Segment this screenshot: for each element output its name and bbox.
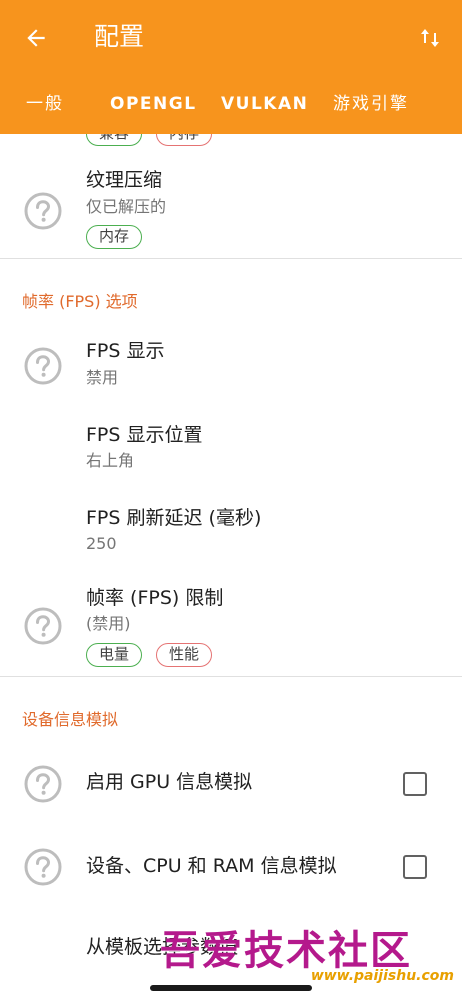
tag-performance: 性能 [156,643,213,667]
gesture-nav-handle[interactable] [150,985,312,991]
divider [0,676,462,677]
setting-value: 禁用 [86,368,119,387]
tab-game-engine[interactable]: 游戏引擎 [333,92,409,116]
section-header-fps: 帧率 (FPS) 选项 [22,292,138,311]
help-circle-icon[interactable] [24,192,62,230]
setting-title: 设备、CPU 和 RAM 信息模拟 [86,855,337,877]
setting-value: 250 [86,534,117,553]
help-circle-icon[interactable] [24,607,62,645]
sort-arrows-icon [421,29,439,47]
setting-title: 帧率 (FPS) 限制 [86,587,224,609]
setting-value: 仅已解压的 [86,197,167,216]
tab-vulkan[interactable]: VULKAN [221,92,308,116]
tab-general[interactable]: 一般 [26,92,64,116]
device-spoof-checkbox[interactable] [403,855,427,879]
tag-battery: 电量 [86,643,143,667]
divider [0,258,462,259]
page-title: 配置 [94,22,145,51]
setting-value: 右上角 [86,451,135,470]
watermark-url: www.paijishu.com [310,968,454,984]
tag-memory: 内存 [156,134,213,146]
section-header-device-info: 设备信息模拟 [22,710,119,729]
tag-memory: 内存 [86,225,143,249]
help-circle-icon[interactable] [24,347,62,385]
tag-compat: 兼容 [86,134,143,146]
watermark: 吾爱技术社区 www.paijishu.com [160,918,462,990]
setting-title: FPS 刷新延迟 (毫秒) [86,507,262,529]
setting-title: 纹理压缩 [86,169,163,191]
sort-button[interactable] [414,22,446,54]
setting-title: FPS 显示位置 [86,424,203,446]
tab-opengl[interactable]: OPENGL [110,92,197,116]
help-circle-icon[interactable] [24,848,62,886]
app-bar: 配置 [0,0,462,74]
bottom-bar [0,991,462,1000]
arrow-left-icon [27,29,45,47]
gpu-spoof-checkbox[interactable] [403,772,427,796]
setting-value: (禁用) [86,614,131,633]
tab-bar: 一般 OPENGL VULKAN 游戏引擎 [0,74,462,134]
setting-title: 启用 GPU 信息模拟 [86,771,253,793]
setting-title: FPS 显示 [86,340,165,362]
settings-list[interactable]: 兼容 内存 纹理压缩 仅已解压的 内存 帧率 (FPS) 选项 FPS 显示 禁… [0,134,462,1000]
back-button[interactable] [20,22,52,54]
help-circle-icon[interactable] [24,765,62,803]
